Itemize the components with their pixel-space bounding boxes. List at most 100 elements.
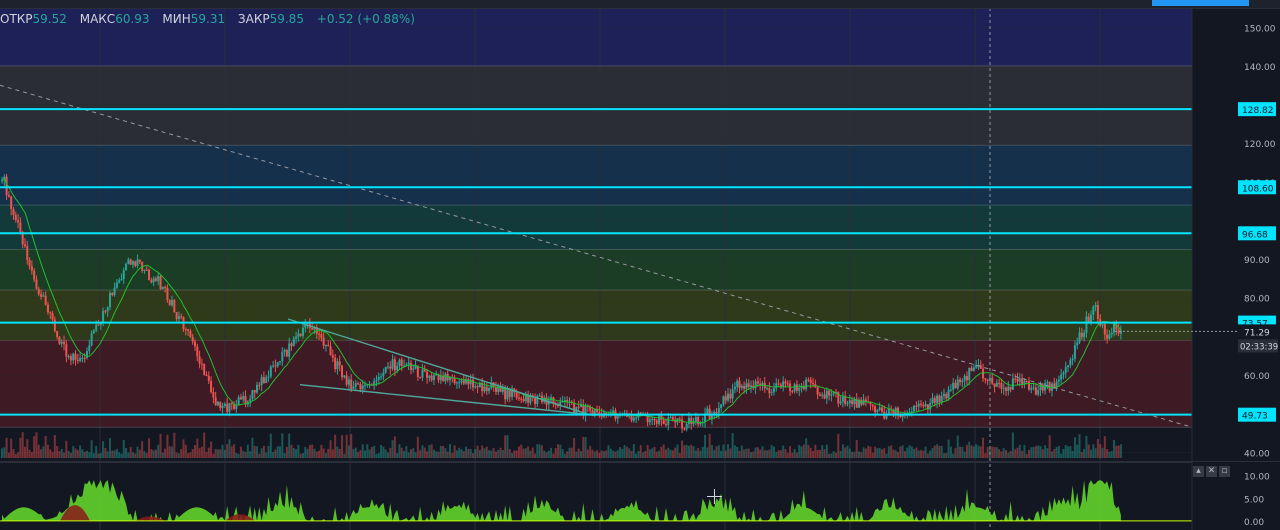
volume-bar: [557, 444, 559, 458]
candle-body: [685, 423, 688, 430]
volume-bar: [419, 450, 422, 458]
volume-bar: [830, 453, 833, 458]
volume-bar: [566, 451, 569, 458]
volume-bar: [745, 448, 748, 458]
volume-bar: [76, 449, 79, 458]
candle-body: [56, 330, 59, 337]
volume-bar: [95, 445, 98, 458]
volume-bar: [635, 453, 638, 458]
volume-bar: [1071, 450, 1074, 458]
volume-bar: [182, 439, 185, 458]
volume-bar: [69, 452, 72, 458]
volume-bar: [616, 450, 619, 458]
candle-body: [506, 390, 509, 400]
candle-body: [736, 380, 739, 387]
candle-body: [1027, 381, 1030, 390]
volume-bar: [414, 452, 417, 458]
candle-body: [536, 395, 539, 405]
candle-body: [720, 404, 723, 408]
toolbar-button[interactable]: [1152, 0, 1249, 6]
volume-bar: [347, 445, 350, 458]
candle-body: [251, 390, 254, 399]
volume-bar: [644, 450, 647, 458]
fib-zone: [0, 249, 1192, 291]
volume-bar: [908, 445, 911, 458]
candle-body: [203, 364, 206, 375]
candle-body: [393, 359, 396, 371]
volume-bar: [37, 444, 40, 458]
price-tick-label: 150.00: [1244, 24, 1276, 34]
volume-bar: [203, 432, 206, 458]
candle-body: [26, 246, 29, 260]
volume-bar: [244, 451, 247, 458]
price-chart[interactable]: 128.82108.6096.6873.5749.73 150.00140.00…: [0, 0, 1280, 530]
candle-body: [161, 286, 164, 290]
volume-bar: [398, 444, 401, 458]
volume-bar: [515, 450, 518, 458]
oscillator-close-button[interactable]: ✕: [1206, 466, 1217, 477]
volume-bar: [143, 451, 146, 458]
volume-bar: [44, 436, 47, 458]
volume-bar: [754, 447, 757, 458]
price-tick-label: 140.00: [1244, 63, 1276, 73]
candle-body: [515, 392, 518, 398]
volume-bar: [821, 445, 824, 458]
candle-body: [522, 399, 525, 402]
volume-bar: [777, 450, 780, 458]
candle-body: [915, 405, 918, 407]
candle-body: [995, 382, 998, 387]
volume-bar: [1014, 449, 1017, 458]
volume-bar: [517, 446, 520, 458]
candle-body: [115, 282, 118, 288]
volume-bar: [338, 448, 341, 458]
candle-body: [430, 375, 433, 381]
candle-body: [5, 176, 8, 196]
volume-bar: [701, 446, 704, 458]
volume-bar: [504, 435, 507, 458]
candle-body: [175, 312, 178, 320]
candle-body: [876, 409, 879, 413]
candle-body: [154, 278, 157, 281]
volume-bar: [874, 446, 877, 458]
volume-bar: [267, 445, 270, 458]
candle-body: [104, 310, 107, 312]
volume-bar: [26, 439, 29, 458]
volume-bar: [880, 449, 883, 458]
volume-bar: [288, 433, 291, 458]
volume-bar: [99, 453, 102, 458]
candle-body: [419, 377, 422, 379]
candle-body: [887, 408, 890, 414]
oscillator-pane: 10.00 5.00 0.00: [0, 461, 1280, 530]
volume-bar: [246, 444, 249, 458]
volume-bar: [554, 447, 557, 458]
candle-body: [825, 390, 828, 399]
volume-bar: [86, 450, 89, 458]
volume-bar: [396, 453, 399, 458]
candle-body: [189, 331, 192, 337]
candle-body: [187, 329, 190, 332]
candle-body: [79, 358, 82, 362]
candle-body: [396, 365, 399, 371]
price-tick-label: 80.00: [1244, 295, 1270, 305]
volume-bar: [299, 453, 302, 458]
candle-body: [205, 374, 208, 376]
candle-body: [23, 244, 26, 247]
volume-bar: [311, 444, 314, 458]
oscillator-maximize-button[interactable]: ▫: [1219, 466, 1230, 477]
oscillator-controls: ▴ ✕ ▫: [1193, 466, 1230, 477]
volume-bar: [1000, 451, 1003, 458]
volume-bar: [304, 446, 307, 458]
volume-bar: [575, 451, 578, 458]
candle-body: [72, 353, 75, 361]
oscillator-collapse-button[interactable]: ▴: [1193, 466, 1204, 477]
volume-bar: [439, 445, 442, 458]
volume-bar: [963, 451, 966, 458]
volume-bar: [352, 449, 355, 458]
volume-bar: [687, 445, 690, 458]
candle-body: [40, 294, 43, 297]
volume-bar: [233, 444, 236, 458]
candle-body: [474, 386, 477, 388]
candle-body: [90, 333, 93, 346]
volume-bar: [577, 448, 580, 458]
volume-bar: [752, 451, 755, 458]
